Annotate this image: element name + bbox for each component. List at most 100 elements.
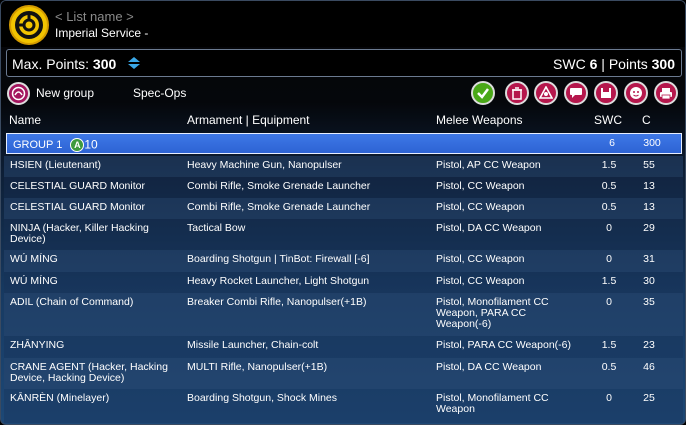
row-armament: MULTI Rifle, Nanopulser(+1B) <box>187 361 328 373</box>
table-row[interactable]: KĀNRÈN (Minelayer) Boarding Shotgun, Sho… <box>4 389 683 423</box>
delete-trash-icon[interactable] <box>505 81 529 105</box>
row-swc: 0.5 <box>601 361 617 373</box>
chat-icon[interactable] <box>564 81 588 105</box>
header-melee[interactable]: Melee Weapons <box>436 113 523 127</box>
row-swc: 0 <box>606 296 612 308</box>
row-swc: 0.5 <box>601 180 617 192</box>
max-points: Max. Points: 300 <box>12 56 116 72</box>
row-name: ZHĀNYING <box>10 339 65 351</box>
row-name: CELESTIAL GUARD Monitor <box>10 180 145 192</box>
row-melee: Pistol, PARA CC Weapon(-6) <box>436 339 571 351</box>
row-melee: Pistol, DA CC Weapon <box>436 361 542 373</box>
row-melee: Pistol, CC Weapon <box>436 180 525 192</box>
new-group-label: New group <box>36 86 95 100</box>
table-row[interactable]: NINJA (Hacker, Killer Hacking Device) Ta… <box>4 219 683 250</box>
row-cost: 25 <box>643 392 655 404</box>
row-melee: Pistol, CC Weapon <box>436 201 525 213</box>
row-melee: Pistol, Monofilament CC Weapon <box>436 392 549 415</box>
table-row[interactable]: HSIEN (Lieutenant) Heavy Machine Gun, Na… <box>4 156 683 177</box>
list-name-field[interactable]: < List name > <box>55 9 134 24</box>
group-name-cell: GROUP 1 A 10 <box>13 138 183 152</box>
row-name: CRANE AGENT (Hacker, Hacking Device, Hac… <box>10 361 168 384</box>
row-armament: Heavy Rocket Launcher, Light Shotgun <box>187 275 370 287</box>
row-swc: 0 <box>606 222 612 234</box>
row-name: KĀNRÈN (Minelayer) <box>10 392 110 404</box>
row-melee: Pistol, AP CC Weapon <box>436 159 541 171</box>
row-cost: 35 <box>643 296 655 308</box>
max-points-label: Max. Points: <box>12 56 90 72</box>
row-armament: Tactical Bow <box>187 222 246 234</box>
row-cost: 29 <box>643 222 655 234</box>
table-row[interactable]: CRANE AGENT (Hacker, Hacking Device, Hac… <box>4 358 683 389</box>
row-name: CELESTIAL GUARD Monitor <box>10 201 145 213</box>
validate-check-icon[interactable] <box>471 81 495 105</box>
table-row[interactable]: WÚ MÍNG Heavy Rocket Launcher, Light Sho… <box>4 272 683 293</box>
list-header: < List name > Imperial Service - <box>1 1 685 47</box>
points-stepper-icon[interactable] <box>125 56 143 70</box>
row-cost: 31 <box>643 253 655 265</box>
row-melee: Pistol, DA CC Weapon <box>436 222 542 234</box>
points-value: 300 <box>651 56 675 72</box>
group-row[interactable]: GROUP 1 A 10 6 300 <box>6 133 682 154</box>
table-row[interactable]: CELESTIAL GUARD Monitor Combi Rifle, Smo… <box>4 198 683 219</box>
yu-jing-logo-icon <box>9 5 49 45</box>
face-icon[interactable] <box>624 81 648 105</box>
swc-label: SWC <box>553 56 586 72</box>
points-label: Points <box>608 56 648 72</box>
header-swc[interactable]: SWC <box>594 113 622 127</box>
new-group-button[interactable]: New group <box>7 81 94 105</box>
row-melee: Pistol, CC Weapon <box>436 253 525 265</box>
header-cost[interactable]: C <box>642 113 651 127</box>
header-name[interactable]: Name <box>9 113 41 127</box>
header-armament[interactable]: Armament | Equipment <box>187 113 310 127</box>
army-list-window: < List name > Imperial Service - Max. Po… <box>0 0 686 425</box>
swc-value: 6 <box>589 56 598 72</box>
row-armament: Missile Launcher, Chain-colt <box>187 339 319 351</box>
group-order-badge-icon: A <box>70 138 85 152</box>
row-swc: 0 <box>606 392 612 404</box>
row-swc: 0 <box>606 253 612 265</box>
group-count: 10 <box>84 137 98 152</box>
row-cost: 23 <box>643 339 655 351</box>
row-name: WÚ MÍNG <box>10 253 58 265</box>
table-row[interactable]: ADIL (Chain of Command) Breaker Combi Ri… <box>4 293 683 336</box>
group-cost: 300 <box>643 137 661 149</box>
row-cost: 13 <box>643 201 655 213</box>
row-armament: Combi Rifle, Smoke Grenade Launcher <box>187 180 371 192</box>
row-melee: Pistol, Monofilament CC Weapon, PARA CC … <box>436 296 549 330</box>
row-melee: Pistol, CC Weapon <box>436 275 525 287</box>
points-bar: Max. Points: 300 SWC 6 | Points 300 <box>6 49 682 77</box>
row-swc: 1.5 <box>601 339 617 351</box>
row-cost: 55 <box>643 159 655 171</box>
spec-ops-button[interactable]: Spec-Ops <box>133 86 186 100</box>
row-swc: 1.5 <box>601 159 617 171</box>
group-swc: 6 <box>609 137 615 149</box>
army-name: Imperial Service - <box>55 26 149 40</box>
row-armament: Heavy Machine Gun, Nanopulser <box>187 159 342 171</box>
max-points-value: 300 <box>92 56 117 72</box>
table-row[interactable]: ZHĀNYING Missile Launcher, Chain-colt Pi… <box>4 336 683 358</box>
row-cost: 30 <box>643 275 655 287</box>
row-swc: 0.5 <box>601 201 617 213</box>
swc-points-summary: SWC 6 | Points 300 <box>553 56 675 72</box>
toolbar: New group Spec-Ops <box>1 79 685 107</box>
row-name: HSIEN (Lieutenant) <box>10 159 102 171</box>
row-armament: Combi Rifle, Smoke Grenade Launcher <box>187 201 371 213</box>
separator: | <box>601 56 605 72</box>
row-cost: 13 <box>643 180 655 192</box>
row-swc: 1.5 <box>601 275 617 287</box>
row-armament: Boarding Shotgun | TinBot: Firewall [-6] <box>187 253 370 265</box>
row-armament: Boarding Shotgun, Shock Mines <box>187 392 338 404</box>
row-name: ADIL (Chain of Command) <box>10 296 134 308</box>
save-icon[interactable] <box>594 81 618 105</box>
row-name: NINJA (Hacker, Killer Hacking Device) <box>10 222 149 245</box>
table-row[interactable]: CELESTIAL GUARD Monitor Combi Rifle, Smo… <box>4 177 683 198</box>
table-header: Name Armament | Equipment Melee Weapons … <box>1 109 685 131</box>
group-name: GROUP 1 <box>13 138 63 151</box>
print-icon[interactable] <box>654 81 678 105</box>
row-cost: 46 <box>643 361 655 373</box>
army-logo-icon[interactable] <box>534 81 558 105</box>
table-row[interactable]: WÚ MÍNG Boarding Shotgun | TinBot: Firew… <box>4 250 683 272</box>
row-name: WÚ MÍNG <box>10 275 58 287</box>
row-armament: Breaker Combi Rifle, Nanopulser(+1B) <box>187 296 367 308</box>
